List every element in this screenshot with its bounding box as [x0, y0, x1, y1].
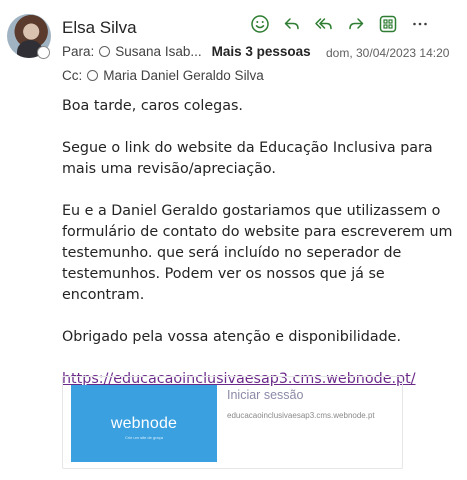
forward-icon [349, 18, 364, 30]
webnode-logo: webnode [110, 415, 178, 432]
message-header: Elsa Silva Para: Susana Isab... Mais 3 p… [0, 0, 467, 95]
sender-name[interactable]: Elsa Silva [62, 18, 137, 38]
body-paragraph: Segue o link do website da Educação Incl… [62, 140, 433, 177]
body-paragraph: Eu e a Daniel Geraldo gostariamos que ut… [62, 203, 453, 303]
body-paragraph: Obrigado pela vossa atenção e disponibil… [62, 329, 402, 345]
apps-button[interactable] [372, 11, 404, 37]
reply-button[interactable] [276, 11, 308, 37]
message-actions [244, 11, 436, 37]
logo-tagline: Crie um site de graça [124, 435, 163, 440]
presence-status-icon [99, 46, 111, 57]
to-line: Para: Susana Isab... Mais 3 pessoas [62, 44, 311, 59]
react-button[interactable] [244, 11, 276, 37]
sent-date: dom, 30/04/2023 14:20 [326, 46, 450, 60]
apps-icon [379, 15, 397, 33]
more-icon [413, 22, 427, 26]
reply-icon [284, 18, 299, 30]
smiley-icon [251, 15, 269, 33]
preview-title[interactable]: Iniciar sessão [227, 388, 303, 402]
message-body: Boa tarde, caros colegas. Segue o link d… [62, 96, 462, 411]
reply-all-icon [315, 18, 332, 30]
cc-recipient-chip[interactable]: Maria Daniel Geraldo Silva [87, 68, 264, 83]
to-label: Para: [62, 44, 95, 59]
recipient-name: Susana Isab... [115, 44, 202, 59]
presence-status-icon [37, 46, 50, 59]
link-preview-card[interactable]: webnode Crie um site de graça Iniciar se… [62, 376, 403, 469]
presence-status-icon [87, 70, 99, 81]
forward-button[interactable] [340, 11, 372, 37]
recipient-chip[interactable]: Susana Isab... [99, 44, 202, 59]
preview-thumbnail: webnode Crie um site de graça [71, 385, 217, 462]
cc-recipient-name: Maria Daniel Geraldo Silva [103, 68, 264, 83]
more-recipients-button[interactable]: Mais 3 pessoas [212, 44, 311, 59]
cc-label: Cc: [62, 68, 83, 83]
cc-line: Cc: Maria Daniel Geraldo Silva [62, 68, 264, 83]
greeting-text: Boa tarde, caros colegas. [62, 98, 243, 114]
reply-all-button[interactable] [308, 11, 340, 37]
preview-url: educacaoinclusivaesap3.cms.webnode.pt [227, 411, 375, 420]
more-actions-button[interactable] [404, 11, 436, 37]
